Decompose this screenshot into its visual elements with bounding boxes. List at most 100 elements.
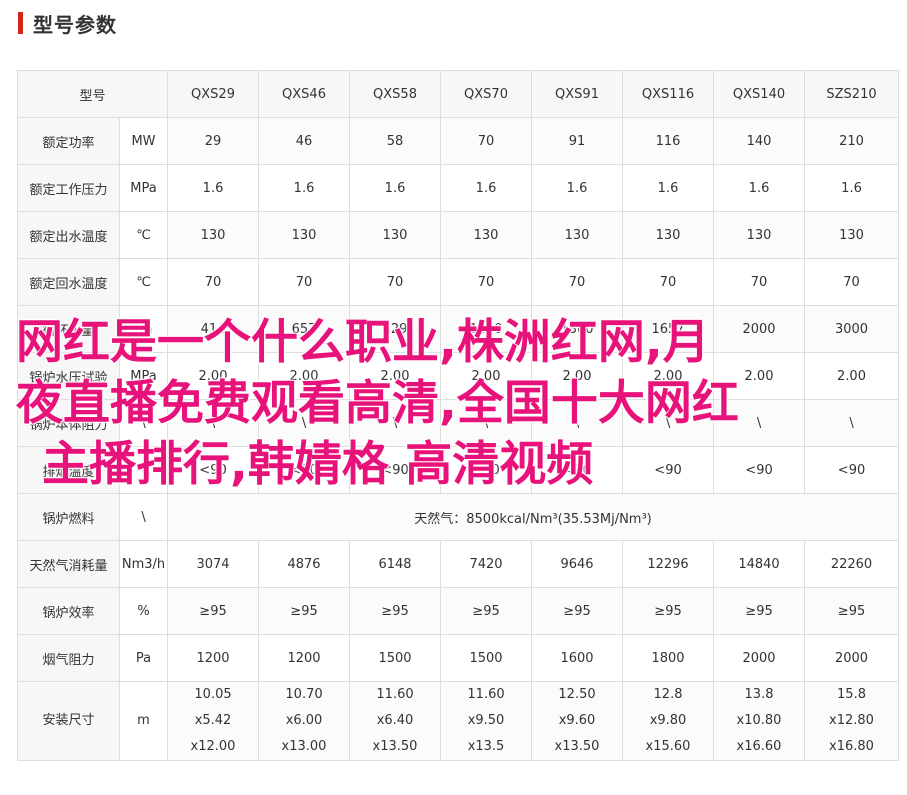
size-value-line: 11.60: [376, 687, 414, 702]
param-name-cell: 锅炉本体阻力: [17, 399, 120, 447]
param-value-cell: 70: [622, 258, 715, 306]
param-value-cell: <90: [804, 446, 900, 494]
size-value-cell: 13.8 x10.80 x16.60: [713, 681, 806, 761]
param-value-cell: 46: [258, 117, 351, 165]
param-value-cell: 1.6: [258, 164, 351, 212]
model-header-cell: SZS210: [804, 70, 900, 118]
param-value-cell: 1.6: [713, 164, 806, 212]
size-value-cell: 10.05 x5.42 x12.00: [167, 681, 260, 761]
param-value-cell: 70: [440, 117, 533, 165]
size-value-cell: 11.60 x9.50 x13.5: [440, 681, 533, 761]
section-heading: 型号参数: [18, 8, 117, 38]
table-row: 锅炉效率% ≥95 ≥95 ≥95 ≥95 ≥95 ≥95 ≥95 ≥95: [17, 587, 900, 635]
table-row: 额定回水温度 ℃ 70 70 70 70 70 70 70 70: [17, 258, 900, 306]
param-value-cell: 2.00: [440, 352, 533, 400]
param-unit-cell: ℃: [118, 258, 169, 306]
table-header-row: 型号 QXS29 QXS46 QXS58 QXS70 QXS91 QXS116 QXS140 S…: [16, 70, 900, 118]
param-name-cell: 锅炉燃料: [17, 493, 120, 541]
size-value-line: 13.8: [744, 687, 774, 702]
param-value-cell: 130: [804, 211, 900, 259]
param-value-cell: 829: [349, 305, 442, 353]
param-value-cell: 1000: [440, 305, 533, 353]
param-value-cell: ≥95: [349, 587, 442, 635]
param-value-cell: 1800: [622, 634, 715, 682]
param-name-cell: 额定出水温度: [17, 211, 120, 259]
param-value-cell: 130: [349, 211, 442, 259]
param-value-cell: \: [713, 399, 806, 447]
param-value-cell: 1.6: [167, 164, 260, 212]
param-unit-cell: t/h: [118, 305, 169, 353]
param-value-cell: 70: [531, 258, 624, 306]
param-value-cell: <90: [258, 446, 351, 494]
param-value-cell: ≥95: [622, 587, 715, 635]
model-header-cell: QXS29: [167, 70, 260, 118]
param-name-cell: 烟气阻力: [17, 634, 120, 682]
size-value-line: x6.40: [376, 713, 414, 728]
param-value-cell: 9646: [531, 540, 624, 588]
size-value-line: x9.60: [558, 713, 596, 728]
size-value-cell: 10.70 x6.00 x13.00: [258, 681, 351, 761]
size-value-cell: 12.8 x9.80 x15.60: [622, 681, 715, 761]
param-unit-cell: m: [118, 681, 169, 761]
param-value-cell: 70: [804, 258, 900, 306]
size-value-cell: 11.60 x6.40 x13.50: [349, 681, 442, 761]
spec-table: 型号 QXS29 QXS46 QXS58 QXS70 QXS91 QXS116 QXS140 S…: [16, 70, 900, 761]
param-value-cell: <90: [167, 446, 260, 494]
size-value-line: x6.00: [285, 713, 323, 728]
table-row-fuel: 锅炉燃料 \ 天然气：8500kcal/Nm³(35.53Mj/Nm³): [17, 493, 900, 541]
param-value-cell: 140: [713, 117, 806, 165]
param-value-cell: \: [167, 399, 260, 447]
section-title: 型号参数: [33, 12, 117, 37]
param-value-cell: 70: [258, 258, 351, 306]
param-unit-cell: %: [118, 587, 169, 635]
header-label-cell: 型号: [16, 70, 169, 118]
param-name-cell: 额定功率: [17, 117, 120, 165]
param-value-cell: 70: [349, 258, 442, 306]
param-value-cell: \: [349, 399, 442, 447]
param-value-cell: 2000: [713, 634, 806, 682]
param-value-cell: 2000: [713, 305, 806, 353]
param-value-cell: 1.6: [440, 164, 533, 212]
size-value-line: x13.5: [467, 739, 505, 754]
param-unit-cell: MPa: [118, 164, 169, 212]
table-row: 锅炉本体阻力 \ \ \ \ \ \ \ \ \: [17, 399, 900, 447]
size-value-line: x9.50: [467, 713, 505, 728]
param-value-cell: 58: [349, 117, 442, 165]
param-value-cell: 1.6: [531, 164, 624, 212]
param-value-cell: 70: [167, 258, 260, 306]
size-value-line: 15.8: [837, 687, 866, 702]
size-value-line: x16.60: [736, 739, 782, 754]
param-value-cell: ≥95: [531, 587, 624, 635]
table-row: 额定出水温度 ℃ 130 130 130 130 130 130 130 130: [17, 211, 900, 259]
param-value-cell: 2000: [804, 634, 900, 682]
param-value-cell: 116: [622, 117, 715, 165]
param-value-cell: ≥95: [258, 587, 351, 635]
size-value-line: x10.80: [736, 713, 782, 728]
param-unit-cell: MW: [118, 117, 169, 165]
param-value-cell: 2.00: [804, 352, 900, 400]
size-value-line: x13.00: [281, 739, 327, 754]
model-header-cell: QXS46: [258, 70, 351, 118]
model-header-cell: QXS70: [440, 70, 533, 118]
param-value-cell: 2.00: [713, 352, 806, 400]
size-value-line: 10.70: [285, 687, 323, 702]
param-value-cell: 2.00: [258, 352, 351, 400]
param-value-cell: 130: [713, 211, 806, 259]
param-value-cell: 414: [167, 305, 260, 353]
param-value-cell: <90: [622, 446, 715, 494]
param-value-cell: 91: [531, 117, 624, 165]
table-row: 烟气阻力 Pa 1200 1200 1500 1500 1600 1800 2000 2000: [17, 634, 900, 682]
param-value-cell: 1500: [440, 634, 533, 682]
param-value-cell: 1.6: [349, 164, 442, 212]
param-value-cell: \: [804, 399, 900, 447]
size-value-cell: 12.50 x9.60 x13.50: [531, 681, 624, 761]
param-value-cell: 1.6: [622, 164, 715, 212]
param-value-cell: 22260: [804, 540, 900, 588]
size-value-line: x16.80: [829, 739, 874, 754]
param-value-cell: \: [531, 399, 624, 447]
size-value-line: 12.8: [653, 687, 683, 702]
param-value-cell: <90: [713, 446, 806, 494]
param-name-cell: 排烟温度: [17, 446, 120, 494]
param-value-cell: 1300: [531, 305, 624, 353]
param-value-cell: 1200: [258, 634, 351, 682]
